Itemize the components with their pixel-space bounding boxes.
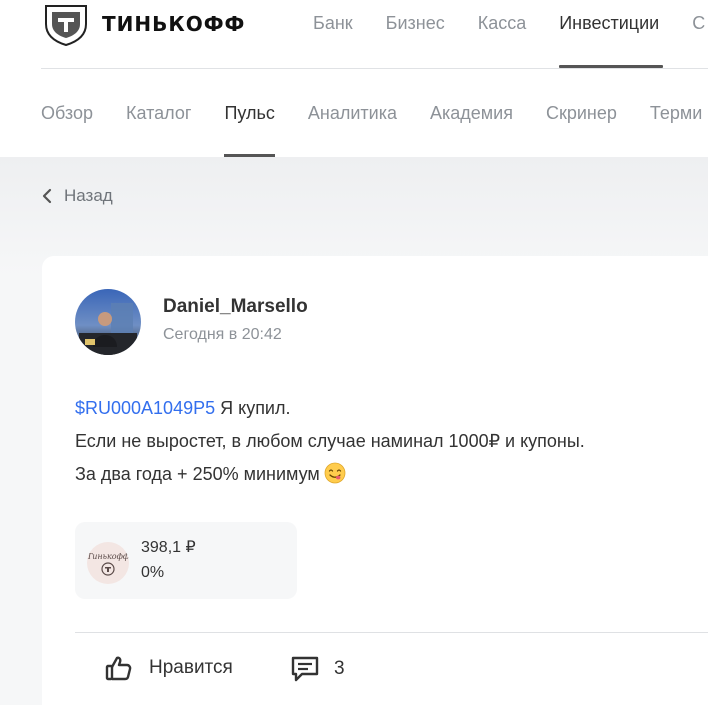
post-line-1: $RU000A1049P5 Я купил. [75,392,585,425]
topnav-more[interactable]: С [692,0,705,68]
topnav-kassa[interactable]: Касса [478,0,527,68]
post-text: $RU000A1049P5 Я купил. Если не выростет,… [75,392,585,491]
avatar-image [75,289,141,355]
avatar[interactable] [75,289,141,355]
instrument-logo-text: Тинькофф [87,552,129,561]
tinkoff-bond-logo-icon: Тинькофф [87,552,129,576]
tab-pulse[interactable]: Пульс [224,69,276,157]
face-savoring-food-icon [324,462,346,484]
post-line-3-text: За два года + 250% минимум [75,464,320,484]
back-label: Назад [64,186,113,205]
instrument-logo: Тинькофф [87,542,129,584]
comment-icon [291,656,319,682]
ticker-link[interactable]: $RU000A1049P5 [75,398,215,418]
tab-catalog[interactable]: Каталог [126,69,191,157]
site-header: ТИНЬКОФФ Банк Бизнес Касса Инвестиции С … [0,0,708,157]
post-line-1-text: Я купил. [215,398,291,418]
author-name[interactable]: Daniel_Marsello [163,296,308,318]
tab-screener[interactable]: Скринер [546,69,617,157]
instrument-change: 0% [141,564,165,581]
thumbs-up-icon [105,656,132,681]
tab-academy[interactable]: Академия [430,69,513,157]
instrument-card[interactable]: Тинькофф 398,1 ₽ 0% [75,522,297,599]
post-card: Daniel_Marsello Сегодня в 20:42 $RU000A1… [42,256,708,705]
back-link[interactable]: Назад [42,186,113,206]
tab-analytics[interactable]: Аналитика [308,69,397,157]
tab-overview[interactable]: Обзор [41,69,93,157]
comments-button[interactable]: 3 [290,654,345,684]
post-line-3: За два года + 250% минимум [75,458,585,491]
logo[interactable]: ТИНЬКОФФ [42,2,245,46]
brand-name: ТИНЬКОФФ [102,12,246,36]
post-line-2: Если не выростет, в любом случае наминал… [75,431,585,451]
like-button[interactable]: Нравится [105,654,233,682]
top-nav: Банк Бизнес Касса Инвестиции С [313,0,708,68]
like-label: Нравится [149,657,233,678]
topnav-investments[interactable]: Инвестиции [559,0,664,68]
topnav-business[interactable]: Бизнес [386,0,445,68]
topnav-bank[interactable]: Банк [313,0,353,68]
sub-nav: Обзор Каталог Пульс Аналитика Академия С… [41,69,708,157]
comments-count: 3 [334,658,345,679]
instrument-price: 398,1 ₽ [141,539,196,556]
actions-divider [75,632,708,633]
post-time: Сегодня в 20:42 [163,326,282,343]
chevron-left-icon [42,188,52,204]
tinkoff-emblem-icon [45,5,87,46]
tab-terminal[interactable]: Терми [650,69,702,157]
